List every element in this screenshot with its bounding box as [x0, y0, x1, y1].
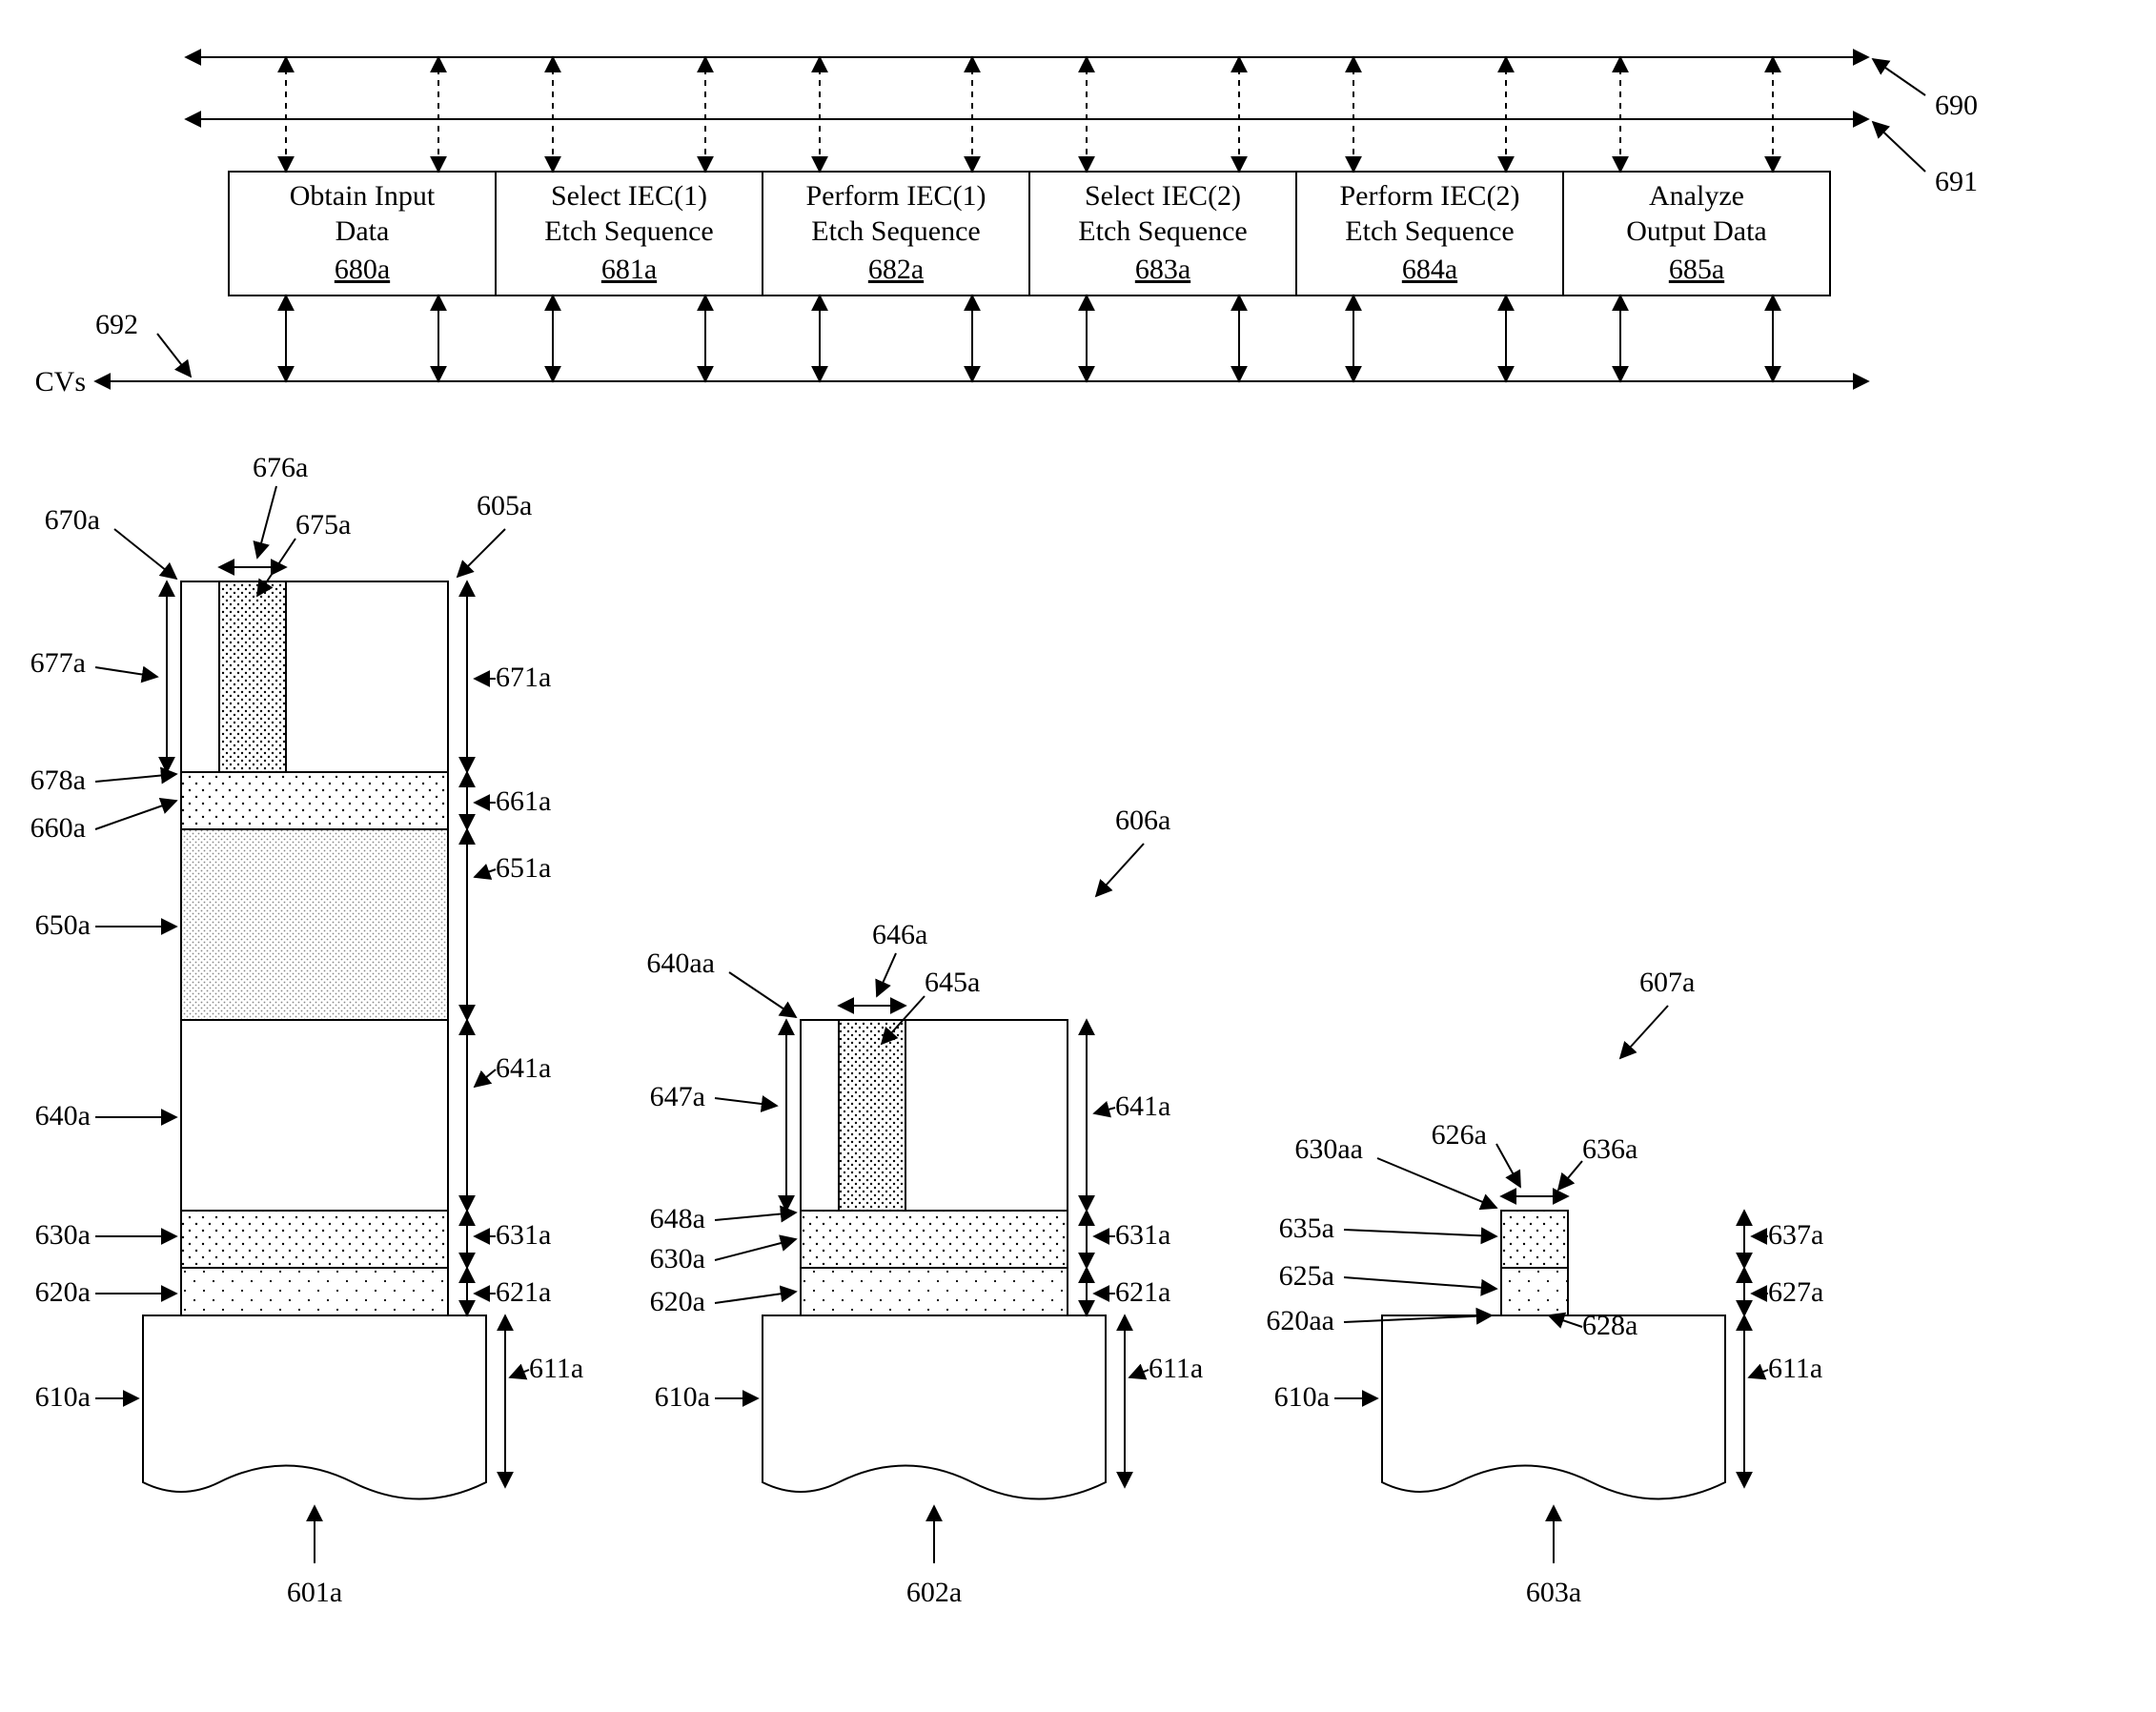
- flow-2-l1: Perform IEC(1): [805, 180, 986, 212]
- s2-id: 606a: [1115, 805, 1170, 836]
- flow-1-ref: 681a: [601, 254, 657, 285]
- s3-id: 607a: [1639, 967, 1695, 998]
- s3-625-rect: [1501, 1268, 1568, 1315]
- s1-675a: 675a: [295, 509, 351, 540]
- s3-bottom: 603a: [1526, 1577, 1581, 1608]
- flow-0-l2: Data: [336, 215, 390, 247]
- s2-620-rect: [801, 1268, 1068, 1315]
- s2-610-rect: [763, 1315, 1106, 1499]
- stack-2: 606a 640aa 646a 645a 647a 641a 648a 630a…: [646, 805, 1203, 1608]
- flow-boxes: Obtain Input Data 680a Select IEC(1) Etc…: [229, 172, 1830, 296]
- s2-641a: 641a: [1115, 1090, 1170, 1122]
- flow-4-l2: Etch Sequence: [1345, 215, 1514, 247]
- s1-677a: 677a: [31, 647, 86, 679]
- s2-620a: 620a: [650, 1286, 705, 1317]
- s1-bottom: 601a: [287, 1577, 342, 1608]
- s1-621a: 621a: [496, 1276, 551, 1308]
- s1-660a: 660a: [31, 812, 86, 844]
- s3-610a: 610a: [1274, 1381, 1330, 1413]
- s2-645-rect: [839, 1020, 905, 1211]
- s1-651a: 651a: [496, 852, 551, 884]
- s1-661a: 661a: [496, 785, 551, 817]
- flow-5-ref: 685a: [1669, 254, 1724, 285]
- s2-648a: 648a: [650, 1203, 705, 1234]
- flow-2-ref: 682a: [868, 254, 924, 285]
- s1-640a: 640a: [35, 1100, 91, 1131]
- s2-bottom: 602a: [906, 1577, 962, 1608]
- s1-650-rect: [181, 829, 448, 1020]
- flow-5-l2: Output Data: [1626, 215, 1766, 247]
- s1-630-rect: [181, 1211, 448, 1268]
- s3-610-rect: [1382, 1315, 1725, 1499]
- s3-625a: 625a: [1279, 1260, 1334, 1292]
- s3-627a: 627a: [1768, 1276, 1823, 1308]
- flow-area: 690 691 Obtain Input Data 680a Select IE…: [35, 57, 1978, 397]
- s1-id: 605a: [477, 490, 532, 521]
- s1-650a: 650a: [35, 909, 91, 941]
- s2-640aa: 640aa: [646, 948, 715, 979]
- s1-660-rect: [181, 772, 448, 829]
- flow-2-l2: Etch Sequence: [811, 215, 980, 247]
- flow-1-l1: Select IEC(1): [551, 180, 707, 212]
- s2-646a: 646a: [872, 919, 927, 950]
- s2-645a: 645a: [925, 967, 980, 998]
- s3-628a: 628a: [1582, 1310, 1637, 1341]
- flow-3-l2: Etch Sequence: [1078, 215, 1247, 247]
- label-691: 691: [1935, 166, 1978, 197]
- flow-3-l1: Select IEC(2): [1085, 180, 1241, 212]
- s3-635-rect: [1501, 1211, 1568, 1268]
- s3-620aa: 620aa: [1266, 1305, 1334, 1336]
- s1-678a: 678a: [31, 764, 86, 796]
- s3-635a: 635a: [1279, 1213, 1334, 1244]
- flow-4-ref: 684a: [1402, 254, 1457, 285]
- s1-675-rect: [219, 581, 286, 772]
- s1-610-rect: [143, 1315, 486, 1499]
- s1-610a: 610a: [35, 1381, 91, 1413]
- s3-626a: 626a: [1432, 1119, 1487, 1151]
- label-cvs: CVs: [35, 366, 86, 397]
- s1-620-rect: [181, 1268, 448, 1315]
- s2-647a: 647a: [650, 1081, 705, 1112]
- s2-611a: 611a: [1149, 1353, 1203, 1384]
- s3-636a: 636a: [1582, 1133, 1637, 1165]
- s1-631a: 631a: [496, 1219, 551, 1251]
- s1-671a: 671a: [496, 662, 551, 693]
- stack-1: 605a 670a 676a 675a 677a 671a 678a 660a …: [31, 452, 584, 1608]
- diagram-svg: 690 691 Obtain Input Data 680a Select IE…: [0, 0, 2156, 1712]
- flow-4-l1: Perform IEC(2): [1339, 180, 1519, 212]
- s2-610a: 610a: [655, 1381, 710, 1413]
- s2-631a: 631a: [1115, 1219, 1170, 1251]
- s3-637a: 637a: [1768, 1219, 1823, 1251]
- label-690: 690: [1935, 90, 1978, 121]
- flow-0-l1: Obtain Input: [290, 180, 436, 212]
- s2-630a: 630a: [650, 1243, 705, 1274]
- s1-630a: 630a: [35, 1219, 91, 1251]
- s1-611a: 611a: [529, 1353, 583, 1384]
- flow-3-ref: 683a: [1135, 254, 1190, 285]
- stack-3: 607a 630aa 626a 636a 635a 637a 625a 627a…: [1266, 967, 1823, 1608]
- flow-5-l1: Analyze: [1649, 180, 1744, 212]
- s2-621a: 621a: [1115, 1276, 1170, 1308]
- s3-630aa: 630aa: [1294, 1133, 1363, 1165]
- s1-641a: 641a: [496, 1052, 551, 1084]
- flow-1-l2: Etch Sequence: [544, 215, 713, 247]
- s2-630-rect: [801, 1211, 1068, 1268]
- s1-670a: 670a: [45, 504, 100, 536]
- label-692: 692: [95, 309, 138, 340]
- flow-0-ref: 680a: [335, 254, 390, 285]
- s1-620a: 620a: [35, 1276, 91, 1308]
- s1-640-rect: [181, 1020, 448, 1211]
- s1-676a: 676a: [253, 452, 308, 483]
- s3-611a: 611a: [1768, 1353, 1822, 1384]
